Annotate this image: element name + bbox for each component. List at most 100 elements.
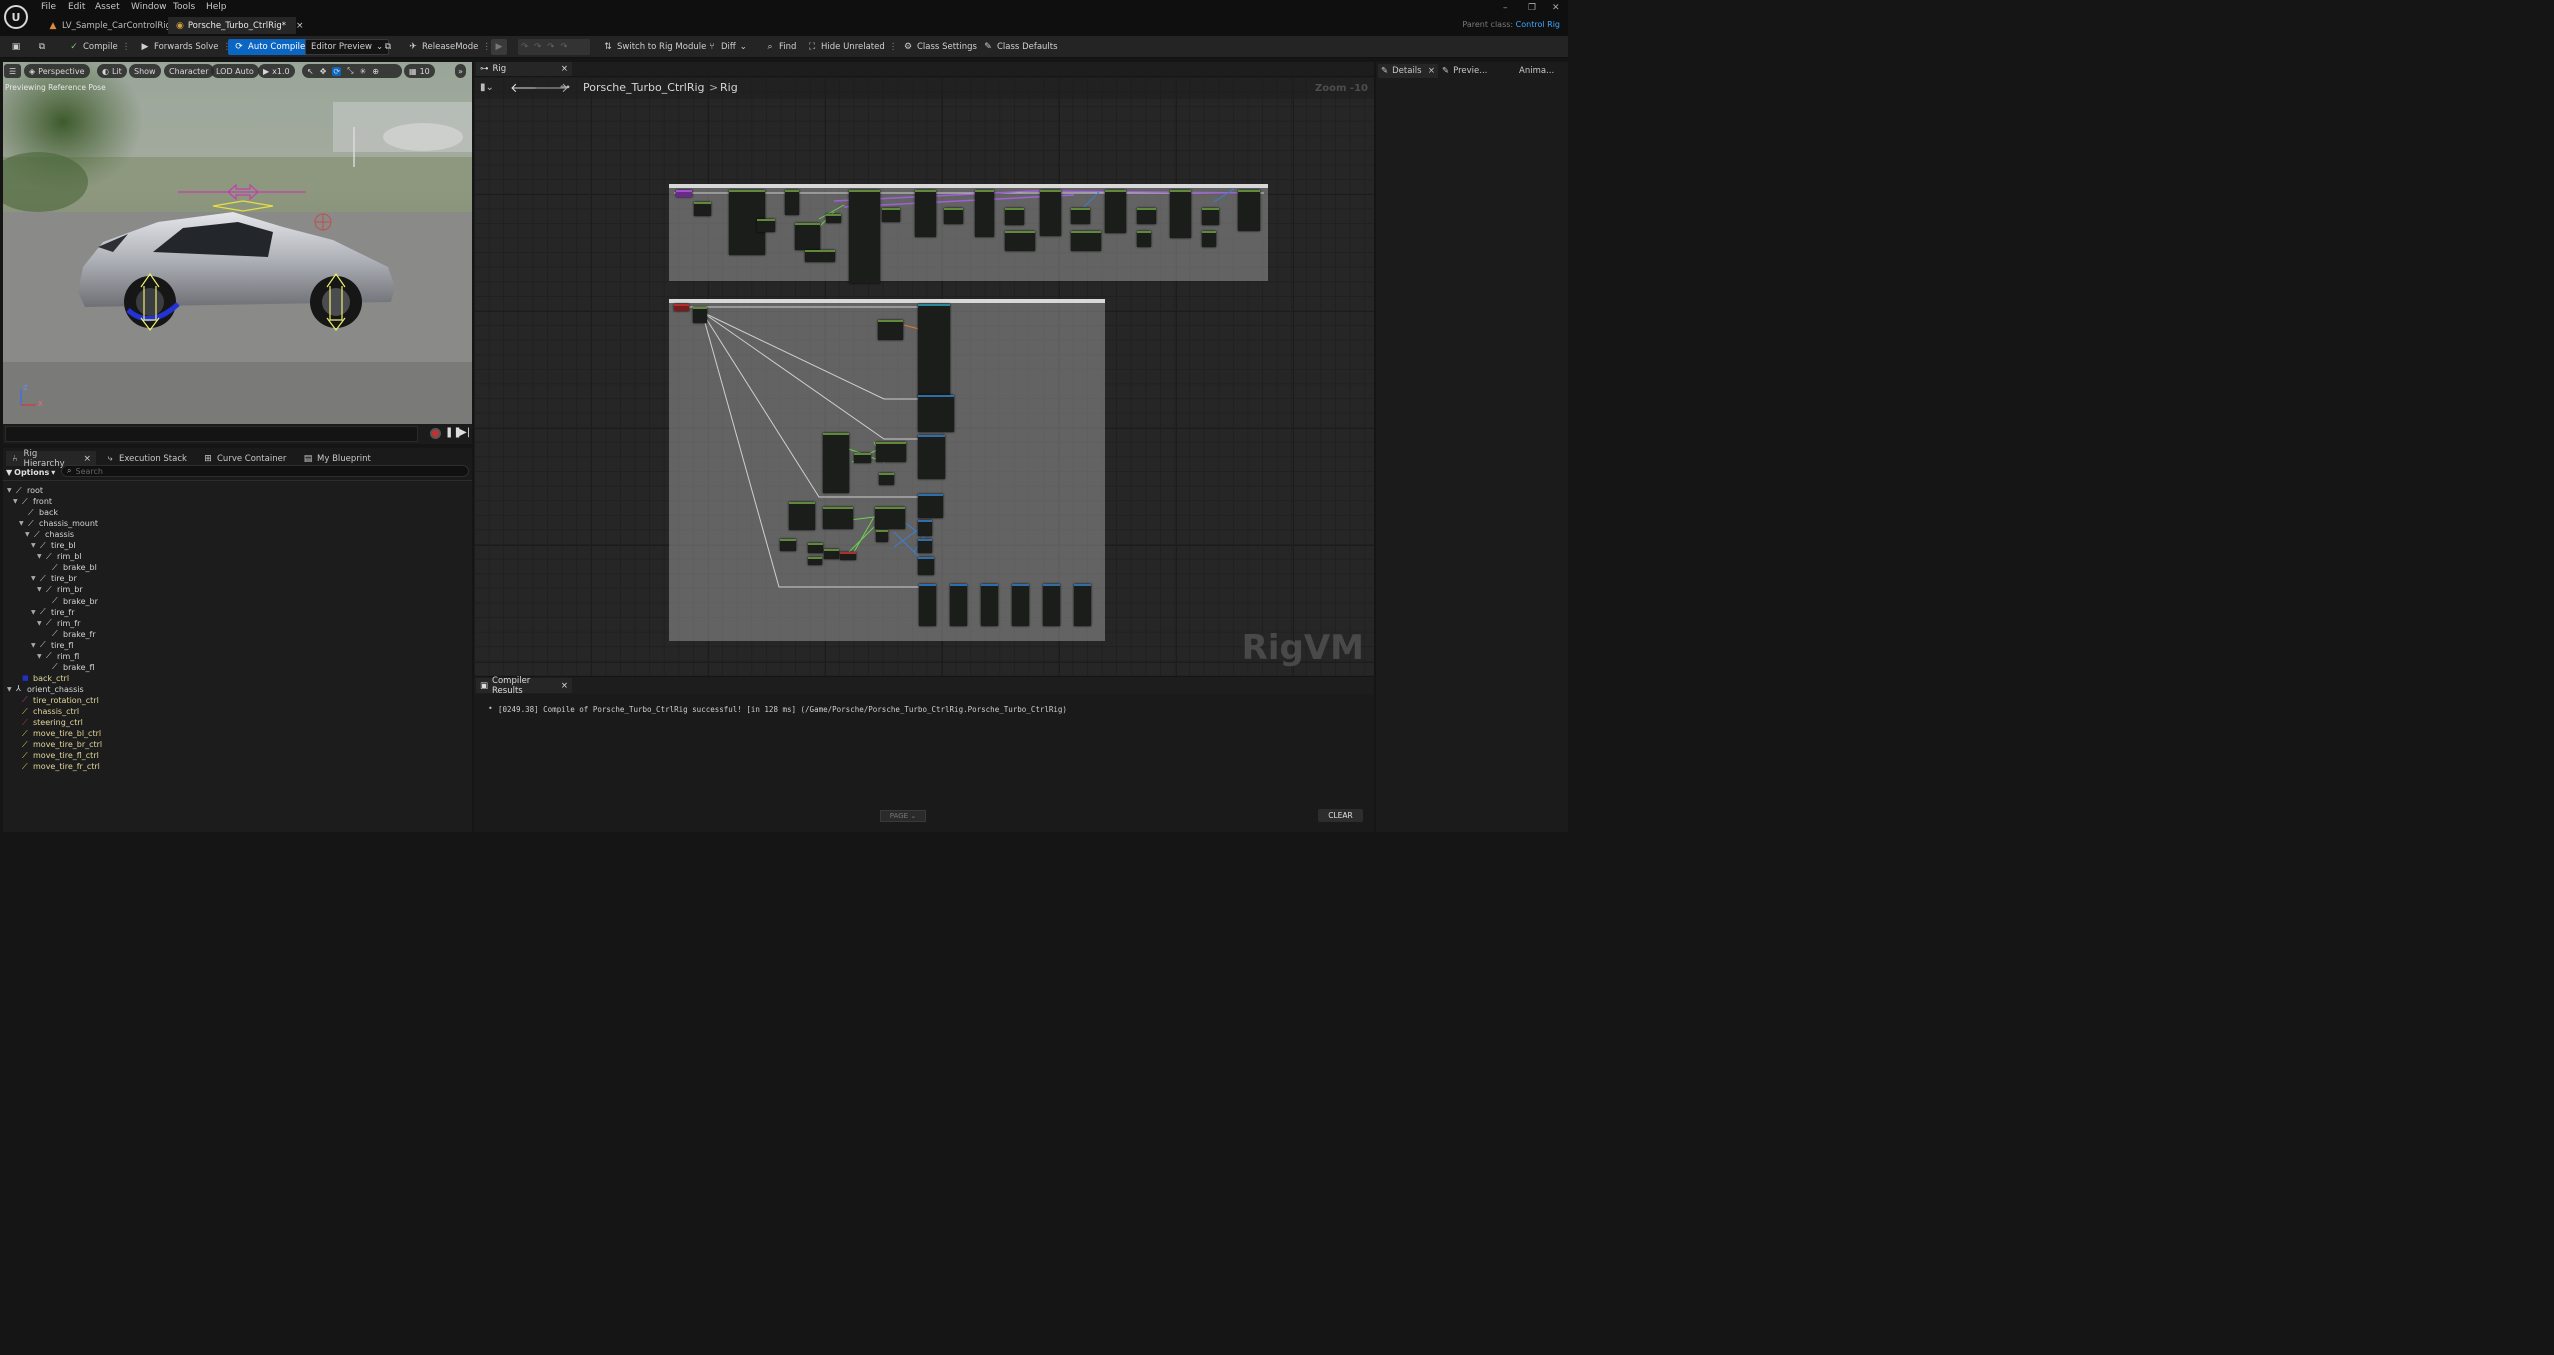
browse-button[interactable]: ⧉ — [34, 39, 50, 55]
graph-node[interactable] — [826, 214, 841, 223]
tab-animation[interactable]: Anima... — [1519, 64, 1554, 78]
menu-file[interactable]: File — [41, 2, 56, 12]
class-settings-button[interactable]: ⚙ Class Settings — [900, 39, 980, 55]
release-options-icon[interactable]: ⋮ — [482, 42, 491, 52]
parent-class-link[interactable]: Control Rig — [1516, 20, 1560, 29]
graph-node[interactable] — [1238, 190, 1260, 231]
graph-node[interactable] — [1071, 231, 1101, 251]
tree-item[interactable]: ⟋ chassis_ctrl — [13, 706, 79, 717]
expand-arrow-icon[interactable]: ▼ — [37, 586, 43, 593]
menu-edit[interactable]: Edit — [68, 2, 85, 12]
viewport-menu-button[interactable]: ☰ — [4, 64, 22, 78]
graph-node[interactable] — [915, 190, 936, 237]
graph-node[interactable] — [1043, 584, 1060, 626]
world-local-icon[interactable]: ✳ — [360, 67, 367, 76]
graph-node[interactable] — [918, 520, 932, 536]
tab-control-rig-asset[interactable]: ◉ Porsche_Turbo_CtrlRig* × — [168, 17, 304, 34]
graph-node[interactable] — [918, 494, 943, 518]
lod-button[interactable]: LOD Auto — [211, 64, 259, 78]
graph-node[interactable] — [840, 552, 856, 560]
hierarchy-tree[interactable]: ▼ ⟋ root ▼ ⟋ front ⟋ back ▼ ⟋ chassis_mount ▼ ⟋ chass… — [3, 480, 472, 832]
graph-node[interactable] — [823, 507, 853, 529]
hide-options-icon[interactable]: ⋮ — [889, 42, 898, 52]
tree-item[interactable]: ⟋ steering_ctrl — [13, 717, 83, 728]
resume-button[interactable]: ▶ — [491, 39, 507, 55]
tree-item[interactable]: ⟋ brake_bl — [43, 562, 97, 573]
graph-node[interactable] — [1137, 231, 1151, 247]
translate-icon[interactable]: ✥ — [320, 67, 327, 76]
tree-item[interactable]: ⟋ back — [19, 507, 58, 518]
grid-snap-button[interactable]: ▦ 10 — [404, 64, 435, 78]
save-button[interactable]: ▣ — [8, 39, 24, 55]
tab-rig-graph[interactable]: ⊶ Rig × — [476, 62, 572, 76]
graph-node[interactable] — [757, 219, 775, 232]
graph-node[interactable] — [875, 507, 905, 529]
rig-graph-canvas[interactable]: ▮⌄ 🡐 🡒 ⊶ Porsche_Turbo_CtrlRig > Rig Zoo… — [474, 77, 1374, 676]
graph-node[interactable] — [795, 223, 820, 250]
expand-arrow-icon[interactable]: ▼ — [25, 531, 31, 538]
menu-help[interactable]: Help — [206, 2, 227, 12]
tab-preview[interactable]: ✎ Previe... — [1442, 64, 1487, 78]
graph-node[interactable] — [950, 584, 967, 626]
scale-icon[interactable]: ⤡ — [347, 66, 353, 76]
compile-button[interactable]: ✓ Compile ⋮ — [66, 39, 133, 55]
expand-arrow-icon[interactable]: ▼ — [7, 686, 13, 693]
graph-node[interactable] — [694, 202, 711, 216]
graph-node[interactable] — [780, 539, 796, 551]
snap-icon[interactable]: ⊕ — [372, 67, 379, 76]
graph-node[interactable] — [1105, 190, 1126, 233]
graph-node[interactable] — [918, 435, 945, 479]
tree-item[interactable]: ▼ ⟋ rim_br — [37, 584, 83, 595]
graph-node[interactable] — [805, 250, 835, 262]
tree-item[interactable]: ⟋ move_tire_fr_ctrl — [13, 761, 100, 772]
expand-arrow-icon[interactable]: ▼ — [13, 498, 19, 505]
menu-tools[interactable]: Tools — [173, 2, 195, 12]
graph-node[interactable] — [1202, 208, 1219, 225]
graph-node[interactable] — [944, 208, 963, 224]
forwards-solve-button[interactable]: ▶ Forwards Solve ⋮ — [137, 39, 234, 55]
tab-rig-hierarchy[interactable]: ⑃ Rig Hierarchy × — [6, 449, 96, 469]
graph-node[interactable] — [1005, 208, 1024, 225]
maximize-icon[interactable]: ❐ — [1528, 3, 1536, 13]
show-button[interactable]: Show — [129, 64, 161, 78]
play-speed-button[interactable]: ▶ x1.0 — [258, 64, 295, 78]
editor-preview-dropdown[interactable]: Editor Preview ⌄ — [305, 39, 390, 55]
diff-button[interactable]: ⑂ Diff ⌄ — [704, 39, 750, 55]
page-dropdown[interactable]: PAGE ⌄ — [880, 810, 926, 822]
step-forward-icon[interactable]: ▶| — [459, 427, 470, 438]
graph-node[interactable] — [879, 473, 894, 485]
tree-item[interactable]: ▼ ⟋ front — [13, 496, 52, 507]
expand-arrow-icon[interactable]: ▼ — [31, 575, 37, 582]
graph-node[interactable] — [823, 433, 849, 493]
tab-compiler-results[interactable]: ▣ Compiler Results × — [476, 676, 572, 696]
tree-item[interactable]: ▼ ⟋ tire_fr — [31, 607, 75, 618]
tree-item[interactable]: ▼ ⟋ rim_fl — [37, 651, 79, 662]
graph-node[interactable] — [918, 395, 954, 432]
search-input[interactable]: ⌕ Search — [61, 465, 469, 477]
expand-arrow-icon[interactable]: ▼ — [19, 520, 25, 527]
graph-node[interactable] — [981, 584, 998, 626]
auto-compile-button[interactable]: ⟳ Auto Compile — [228, 39, 312, 55]
graph-node[interactable] — [918, 539, 932, 553]
graph-node[interactable] — [1012, 584, 1029, 626]
expand-arrow-icon[interactable]: ▼ — [31, 609, 37, 616]
tree-item[interactable]: ▼ ⟋ rim_bl — [37, 551, 82, 562]
graph-node[interactable] — [918, 304, 950, 396]
tab-curve-container[interactable]: ⊞ Curve Container — [203, 451, 286, 466]
tree-item[interactable]: ⟋ move_tire_fl_ctrl — [13, 750, 99, 761]
lit-button[interactable]: ◐ Lit — [97, 64, 127, 78]
expand-arrow-icon[interactable]: ▼ — [37, 653, 43, 660]
expand-arrow-icon[interactable]: ▼ — [31, 542, 37, 549]
preview-viewport[interactable]: Z X ☰ ◈ Perspective ◐ Lit Show Character L… — [3, 62, 472, 424]
viewport-expand-button[interactable]: » — [455, 64, 466, 78]
graph-node[interactable] — [785, 190, 799, 215]
close-icon[interactable]: × — [82, 454, 92, 464]
expand-arrow-icon[interactable]: ▼ — [37, 620, 43, 627]
graph-node[interactable] — [1137, 208, 1156, 224]
hide-unrelated-button[interactable]: ⛶ Hide Unrelated ⋮ — [804, 39, 900, 55]
tree-item[interactable]: ⟋ move_tire_br_ctrl — [13, 739, 102, 750]
perspective-button[interactable]: ◈ Perspective — [24, 64, 90, 78]
preview-settings-button[interactable]: ⧉ — [380, 39, 396, 55]
tab-execution-stack[interactable]: ⤷ Execution Stack — [105, 451, 186, 466]
tree-item[interactable]: ▼ ⟋ rim_fr — [37, 618, 80, 629]
